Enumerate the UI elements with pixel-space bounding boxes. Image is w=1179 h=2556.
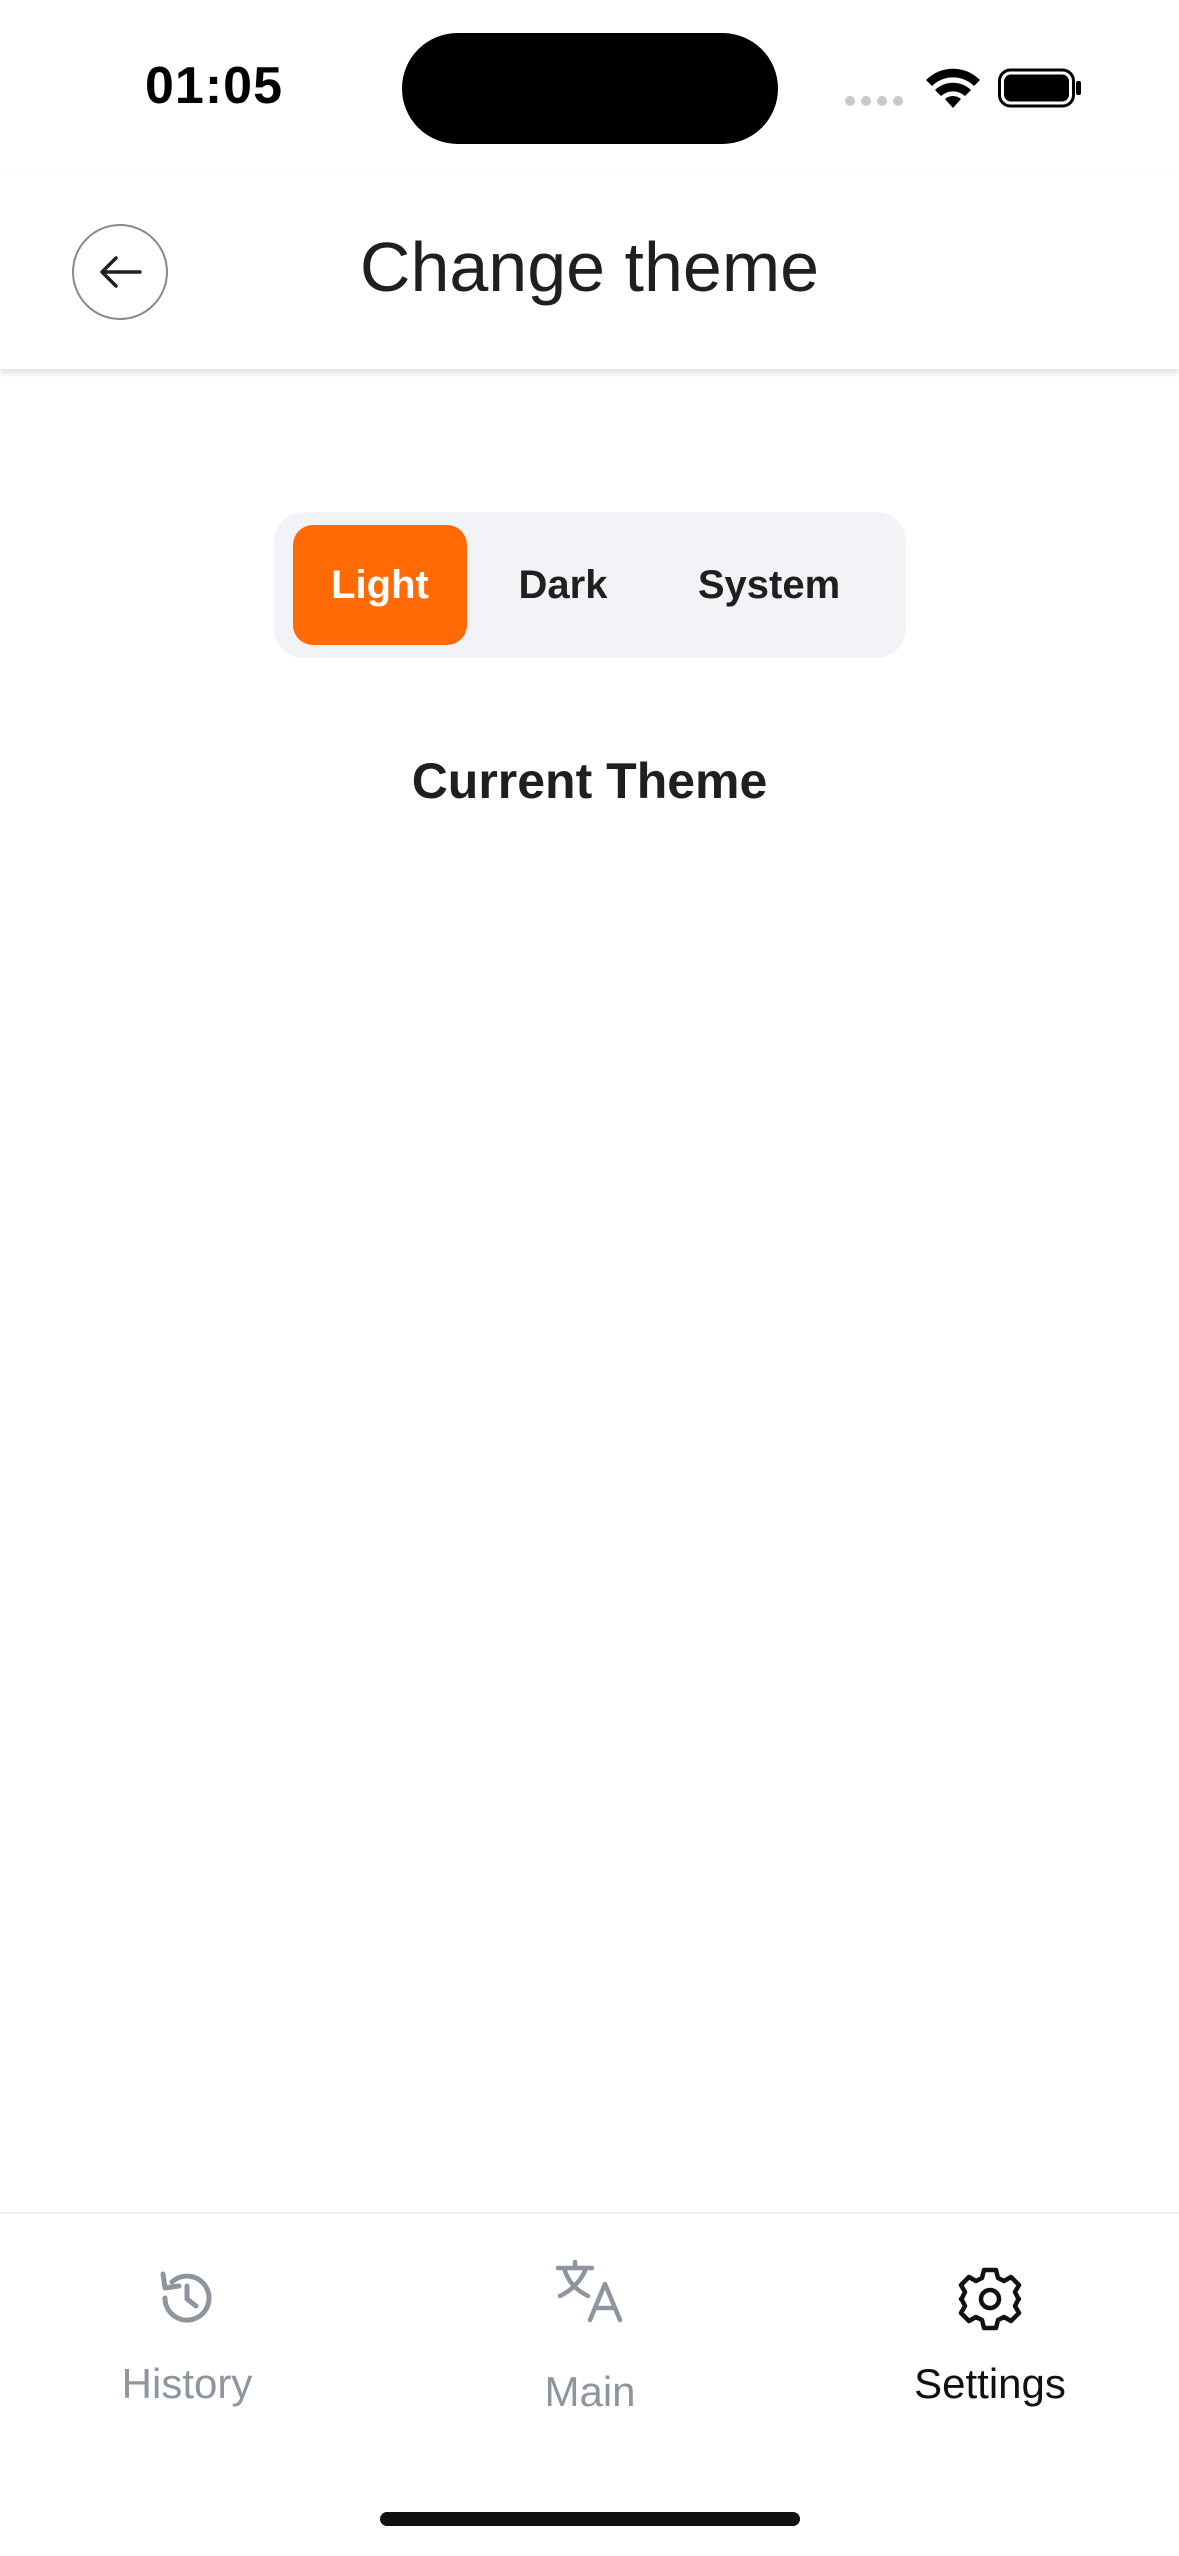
current-theme-label: Current Theme: [411, 753, 768, 809]
theme-option-dark[interactable]: Dark: [488, 525, 638, 645]
screen: 01:05 Change theme Light Dark System Cur…: [0, 0, 1179, 2556]
tab-settings-label: Settings: [914, 2360, 1066, 2407]
theme-segmented-control: Light Dark System: [274, 512, 906, 658]
battery-icon: [998, 68, 1081, 108]
history-icon: [160, 2271, 212, 2323]
theme-option-light[interactable]: Light: [293, 525, 467, 645]
tab-settings[interactable]: Settings: [840, 2214, 1140, 2464]
tab-main[interactable]: Main: [440, 2214, 740, 2464]
tab-main-label: Main: [544, 2368, 636, 2415]
header: Change theme: [0, 175, 1179, 369]
wifi-icon: [926, 68, 980, 108]
status-bar: 01:05: [0, 0, 1179, 175]
tab-history[interactable]: History: [37, 2214, 337, 2464]
dynamic-island: [402, 33, 778, 144]
theme-option-system[interactable]: System: [654, 525, 884, 645]
gear-icon: [958, 2267, 1022, 2331]
tab-bar: History Main Settings: [0, 2212, 1179, 2556]
page-title: Change theme: [359, 228, 820, 306]
home-indicator: [380, 2512, 800, 2526]
cellular-signal-icon: [845, 96, 903, 106]
tab-history-label: History: [121, 2360, 253, 2407]
translate-icon: [555, 2259, 623, 2323]
status-time: 01:05: [145, 57, 283, 115]
